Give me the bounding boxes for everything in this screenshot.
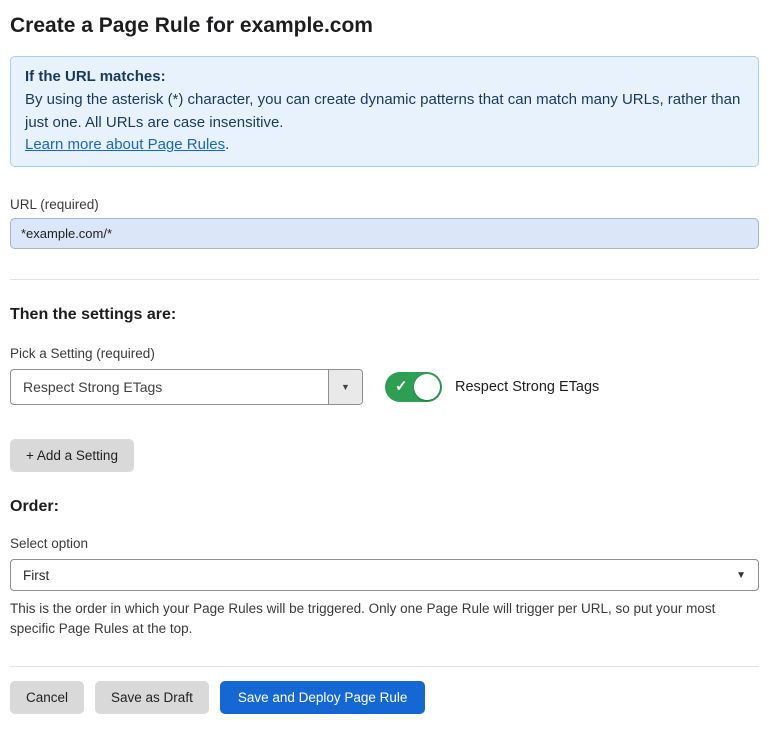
setting-select[interactable]: Respect Strong ETags ▼ [10,369,363,405]
create-page-rule-form: Create a Page Rule for example.com If th… [0,0,769,734]
info-box-body: By using the asterisk (*) character, you… [25,89,744,135]
chevron-down-icon: ▼ [736,570,746,581]
divider [10,279,759,280]
order-select-value: First [23,568,49,583]
order-heading: Order: [10,498,759,516]
check-icon: ✓ [395,379,408,394]
learn-more-link[interactable]: Learn more about Page Rules [25,136,225,153]
info-box-link-line: Learn more about Page Rules. [25,134,744,157]
save-deploy-button[interactable]: Save and Deploy Page Rule [220,681,426,714]
order-select-label: Select option [10,536,759,551]
setting-select-value: Respect Strong ETags [11,370,174,404]
info-box-heading: If the URL matches: [25,66,744,89]
footer-actions: Cancel Save as Draft Save and Deploy Pag… [10,681,759,714]
toggle-knob [414,374,440,400]
page-title: Create a Page Rule for example.com [10,14,759,38]
setting-toggle[interactable]: ✓ [385,372,442,402]
settings-heading: Then the settings are: [10,306,759,324]
toggle-label: Respect Strong ETags [455,379,599,395]
save-draft-button[interactable]: Save as Draft [95,681,209,714]
link-period: . [225,136,229,153]
order-select[interactable]: First ▼ [10,559,759,591]
url-label: URL (required) [10,197,759,212]
setting-row: Respect Strong ETags ▼ ✓ Respect Strong … [10,369,759,405]
order-help-text: This is the order in which your Page Rul… [10,599,759,640]
chevron-down-icon: ▼ [341,382,350,392]
pick-setting-label: Pick a Setting (required) [10,346,759,361]
setting-select-dropdown-button[interactable]: ▼ [328,370,362,404]
url-match-info-box: If the URL matches: By using the asteris… [10,56,759,167]
divider [10,666,759,667]
url-input[interactable] [10,218,759,249]
cancel-button[interactable]: Cancel [10,681,84,714]
add-setting-button[interactable]: + Add a Setting [10,439,134,472]
